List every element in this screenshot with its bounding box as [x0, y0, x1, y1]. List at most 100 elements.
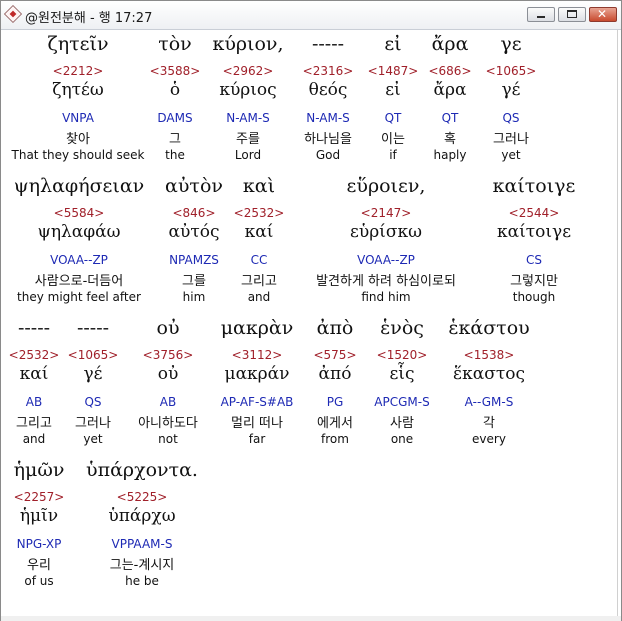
parse-code: A--GM-S	[464, 395, 514, 409]
lemma: εὑρίσκω	[350, 222, 422, 242]
parse-code: DAMS	[157, 111, 193, 125]
lemma: καί	[244, 222, 274, 242]
word-ton[interactable]: τὸν <3588> ὁ DAMS 그 the	[149, 30, 201, 172]
lemma: εἰ	[385, 80, 401, 100]
parse-code: N-AM-S	[226, 111, 270, 125]
parse-code: VOAA--ZP	[50, 253, 108, 267]
word-kai-2[interactable]: ----- <2532> καί AB 그리고 and	[7, 314, 61, 456]
korean-gloss: 에게서	[317, 416, 353, 431]
lemma: ἄρα	[433, 80, 467, 100]
korean-gloss: 그리고	[16, 416, 52, 431]
lemma: θεός	[308, 80, 348, 100]
korean-gloss: 하나님을	[304, 132, 352, 147]
greek-word: ἄρα	[431, 33, 469, 55]
strong-number: <1538>	[463, 348, 515, 362]
strong-number: <2532>	[8, 348, 60, 362]
word-kai[interactable]: καὶ <2532> καί CC 그리고 and	[231, 172, 287, 314]
word-kaitoige[interactable]: καίτοιγε <2544> καίτοιγε CS 그렇지만 though	[479, 172, 589, 314]
word-theos[interactable]: ----- <2316> θεός N-AM-S 하나님을 God	[295, 30, 361, 172]
word-ge-2[interactable]: ----- <1065> γέ QS 그러나 yet	[63, 314, 123, 456]
lemma: ἀπό	[318, 364, 352, 384]
lemma: ὑπάρχω	[108, 506, 176, 526]
word-ou[interactable]: οὐ <3756> οὐ AB 아니하도다 not	[129, 314, 207, 456]
word-ara[interactable]: ἄρα <686> ἄρα QT 혹 haply	[423, 30, 477, 172]
word-hemon[interactable]: ἡμῶν <2257> ἡμῖν NPG-XP 우리 of us	[7, 456, 71, 598]
lemma: κύριος	[219, 80, 277, 100]
lemma: ὁ	[169, 80, 181, 100]
strong-number: <2257>	[13, 490, 65, 504]
strong-number: <1520>	[376, 348, 428, 362]
korean-gloss: 찾아	[66, 132, 90, 147]
korean-gloss: 이는	[381, 132, 405, 147]
strong-number: <3112>	[231, 348, 283, 362]
parse-code: APCGM-S	[374, 395, 430, 409]
greek-word: ὑπάρχοντα.	[86, 459, 198, 481]
word-hyparchonta[interactable]: ὑπάρχοντα. <5225> ὑπάρχω VPPAAM-S 그는-계시지…	[77, 456, 207, 598]
parse-code: QT	[441, 111, 459, 125]
korean-gloss: 그러나	[493, 132, 529, 147]
strong-number: <5225>	[116, 490, 168, 504]
strong-number: <2316>	[302, 64, 354, 78]
strong-number: <2544>	[508, 206, 560, 220]
word-zetein[interactable]: ζητεῖν <2212> ζητέω VNPA 찾아 That they sh…	[7, 30, 149, 172]
lemma: ἕκαστος	[453, 364, 525, 384]
greek-word: καὶ	[242, 175, 276, 197]
parse-code: VNPA	[62, 111, 94, 125]
lemma: καί	[19, 364, 49, 384]
strong-number: <2212>	[52, 64, 104, 78]
lemma: ψηλαφάω	[37, 222, 121, 242]
word-ei[interactable]: εἰ <1487> εἰ QT 이는 if	[365, 30, 421, 172]
parse-code: QT	[384, 111, 402, 125]
maximize-button[interactable]	[558, 7, 586, 22]
app-icon[interactable]	[3, 4, 23, 24]
english-gloss: haply	[433, 148, 467, 162]
word-apo[interactable]: ἀπὸ <575> ἀπό PG 에게서 from	[307, 314, 363, 456]
word-heuroien[interactable]: εὕροιεν, <2147> εὑρίσκω VOAA--ZP 발견하게 하려…	[295, 172, 477, 314]
english-gloss: not	[158, 432, 178, 446]
korean-gloss: 그렇지만	[510, 274, 558, 289]
word-makran[interactable]: μακρὰν <3112> μακράν AP-AF-S#AB 멀리 떠나 fa…	[211, 314, 303, 456]
korean-gloss: 사람	[390, 416, 414, 431]
strong-number: <5584>	[53, 206, 105, 220]
greek-word: ζητεῖν	[47, 33, 109, 55]
word-henos[interactable]: ἑνὸς <1520> εἷς APCGM-S 사람 one	[367, 314, 437, 456]
strong-number: <2147>	[360, 206, 412, 220]
korean-gloss: 그는-계시지	[109, 558, 175, 573]
parse-code: QS	[84, 395, 102, 409]
korean-gloss: 그	[169, 132, 181, 147]
korean-gloss: 그를	[182, 274, 206, 289]
greek-word: ἀπὸ	[316, 317, 354, 339]
word-pselaphesian[interactable]: ψηλαφήσειαν <5584> ψηλαφάω VOAA--ZP 사람으로…	[7, 172, 151, 314]
word-hekastou[interactable]: ἑκάστου <1538> ἕκαστος A--GM-S 각 every	[441, 314, 537, 456]
greek-word: ἑκάστου	[448, 317, 530, 339]
greek-word: εὕροιεν,	[346, 175, 426, 197]
english-gloss: though	[512, 290, 556, 304]
parse-code: CC	[250, 253, 268, 267]
korean-gloss: 그러나	[75, 416, 111, 431]
interlinear-panel[interactable]: ζητεῖν <2212> ζητέω VNPA 찾아 That they sh…	[5, 30, 618, 617]
korean-gloss: 각	[483, 416, 495, 431]
korean-gloss: 발견하게 하려 하심이로되	[316, 274, 456, 289]
english-gloss: of us	[24, 574, 54, 588]
greek-word: καίτοιγε	[492, 175, 576, 197]
strong-number: <2962>	[222, 64, 274, 78]
korean-gloss: 우리	[27, 558, 51, 573]
korean-gloss: 아니하도다	[138, 416, 198, 431]
greek-word: μακρὰν	[220, 317, 294, 339]
lemma: εἷς	[389, 364, 415, 384]
close-button[interactable]: ✕	[589, 7, 617, 22]
english-gloss: That they should seek	[11, 148, 145, 162]
parse-code: QS	[502, 111, 520, 125]
english-gloss: far	[248, 432, 266, 446]
word-kyrion[interactable]: κύριον, <2962> κύριος N-AM-S 주를 Lord	[203, 30, 293, 172]
lemma: ζητέω	[52, 80, 104, 100]
english-gloss: and	[247, 290, 271, 304]
english-gloss: if	[389, 148, 397, 162]
maximize-icon	[567, 10, 577, 18]
strong-number: <3756>	[142, 348, 194, 362]
word-auton[interactable]: αὐτὸν <846> αὐτός NPAMZS 그를 him	[159, 172, 229, 314]
minimize-button[interactable]	[527, 7, 555, 22]
title-bar[interactable]: @원전분해 - 행 17:27 ✕	[1, 1, 621, 30]
english-gloss: one	[390, 432, 414, 446]
word-ge[interactable]: γε <1065> γέ QS 그러나 yet	[481, 30, 541, 172]
